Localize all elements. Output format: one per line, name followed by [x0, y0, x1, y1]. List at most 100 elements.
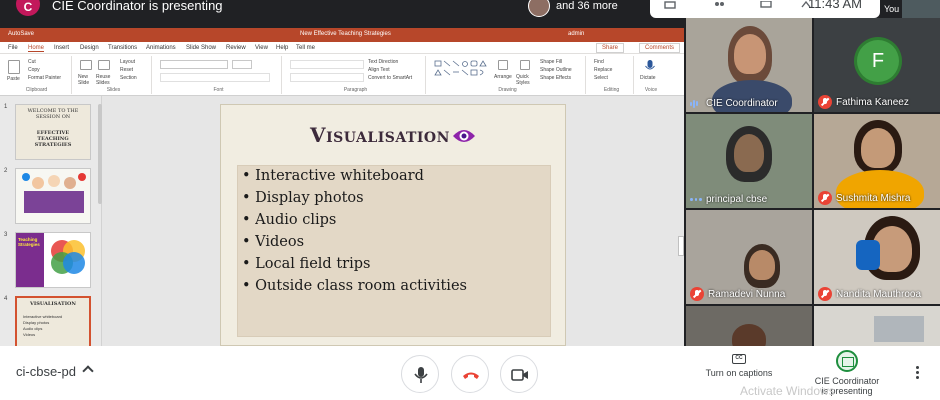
- current-slide[interactable]: Visualisation • Interactive whiteboard •…: [220, 104, 566, 346]
- participant-name-text: Nandita Mauthrooa: [836, 288, 922, 300]
- meet-window: C CIE Coordinator is presenting and 36 m…: [0, 0, 940, 400]
- tell-me-search[interactable]: Tell me: [296, 45, 315, 51]
- camera-button[interactable]: [500, 355, 538, 393]
- font-group: Font: [156, 56, 282, 94]
- bullet-list[interactable]: • Interactive whiteboard • Display photo…: [237, 165, 551, 337]
- comments-button[interactable]: Comments: [638, 43, 680, 53]
- participant-tile[interactable]: Nandita Mauthrooa: [814, 210, 940, 304]
- reset-button[interactable]: Reset: [120, 67, 133, 73]
- smartart-button[interactable]: Convert to SmartArt: [368, 75, 412, 81]
- participant-tile[interactable]: CIE Coordinator: [686, 18, 812, 112]
- participant-tile[interactable]: [686, 306, 812, 346]
- tab-slide-show[interactable]: Slide Show: [186, 45, 216, 51]
- copy-button[interactable]: Copy: [28, 67, 40, 73]
- shared-screen-powerpoint: AutoSave New Effective Teaching Strategi…: [0, 28, 684, 346]
- tab-view[interactable]: View: [255, 45, 268, 51]
- thumbnail-number: 3: [4, 232, 8, 238]
- slide-thumbnail-4[interactable]: VISUALISATION Interactive whiteboard Dis…: [15, 296, 91, 346]
- participant-tile[interactable]: F Fathima Kaneez: [814, 18, 940, 112]
- shapes-gallery-icon[interactable]: [434, 60, 492, 82]
- paste-button[interactable]: Paste: [7, 76, 20, 82]
- tab-design[interactable]: Design: [80, 45, 99, 51]
- bullet-text: Videos: [255, 234, 305, 250]
- thumbnail-title: Teaching Strategies: [18, 237, 40, 247]
- participant-name-text: Fathima Kaneez: [836, 96, 909, 108]
- people-icon[interactable]: [712, 0, 726, 12]
- find-button[interactable]: Find: [594, 59, 604, 65]
- participants-chip[interactable]: and 36 more: [528, 0, 618, 17]
- participant-tile[interactable]: Sushmita Mishra: [814, 114, 940, 208]
- shape-fill-button[interactable]: Shape Fill: [540, 59, 562, 65]
- shape-outline-button[interactable]: Shape Outline: [540, 67, 572, 73]
- list-buttons[interactable]: [290, 60, 364, 69]
- present-screen-icon: [836, 350, 858, 372]
- participant-avatar: F: [857, 40, 899, 82]
- arrange-icon[interactable]: [498, 60, 508, 70]
- bullet-item: • Local field trips: [242, 256, 371, 272]
- bullet-item: • Interactive whiteboard: [242, 168, 424, 184]
- slide-thumbnail-2[interactable]: [15, 168, 91, 224]
- paste-icon[interactable]: [8, 60, 20, 74]
- tab-help[interactable]: Help: [276, 45, 288, 51]
- self-view-thumbnail: [902, 0, 940, 18]
- tab-insert[interactable]: Insert: [54, 45, 69, 51]
- arrange-button[interactable]: Arrange: [494, 74, 512, 80]
- editing-group-label: Editing: [603, 87, 620, 93]
- slide-thumbnail-1[interactable]: WELCOME TO THE SESSION ON EFFECTIVE TEAC…: [15, 104, 91, 160]
- layout-button[interactable]: Layout: [120, 59, 135, 65]
- participant-name: Sushmita Mishra: [818, 191, 910, 205]
- new-slide-button[interactable]: New Slide: [78, 74, 98, 86]
- tab-animations[interactable]: Animations: [146, 45, 176, 51]
- font-size-dropdown[interactable]: [232, 60, 252, 69]
- participant-tile[interactable]: [814, 306, 940, 346]
- tab-home[interactable]: Home: [28, 45, 45, 52]
- drawing-group: Arrange Quick Styles Shape Fill Shape Ou…: [430, 56, 586, 94]
- slide-thumbnails-pane: 1 WELCOME TO THE SESSION ON EFFECTIVE TE…: [0, 96, 102, 346]
- new-slide-icon[interactable]: [80, 60, 92, 70]
- tab-file[interactable]: File: [8, 45, 18, 51]
- captions-button[interactable]: CC Turn on captions: [700, 354, 778, 378]
- microphone-button[interactable]: [401, 355, 439, 393]
- select-button[interactable]: Select: [594, 75, 608, 81]
- end-call-button[interactable]: [451, 355, 489, 393]
- quick-styles-icon[interactable]: [520, 60, 530, 70]
- canvas-scrollbar[interactable]: [678, 236, 684, 256]
- quick-styles-button[interactable]: Quick Styles: [516, 74, 536, 86]
- format-painter-button[interactable]: Format Painter: [28, 75, 61, 81]
- thumbnail-bullets: Interactive whiteboard Display photos Au…: [23, 314, 62, 338]
- reuse-slides-icon[interactable]: [98, 60, 110, 70]
- align-text-button[interactable]: Align Text: [368, 67, 390, 73]
- chevron-up-icon[interactable]: [82, 365, 94, 377]
- reuse-slides-button[interactable]: Reuse Slides: [96, 74, 116, 86]
- editing-group: Find Replace Select Editing: [590, 56, 634, 94]
- shape-effects-button[interactable]: Shape Effects: [540, 75, 571, 81]
- text-direction-button[interactable]: Text Direction: [368, 59, 398, 65]
- dictate-button[interactable]: Dictate: [640, 75, 656, 81]
- slide-thumbnail-3[interactable]: Teaching Strategies: [15, 232, 91, 288]
- microphone-icon: [414, 367, 428, 383]
- dictate-icon[interactable]: [644, 59, 656, 73]
- drawing-group-label: Drawing: [498, 87, 517, 93]
- participant-tile[interactable]: Ramadevi Nunna: [686, 210, 812, 304]
- share-button[interactable]: Share: [595, 43, 624, 53]
- replace-button[interactable]: Replace: [594, 67, 612, 73]
- tab-review[interactable]: Review: [226, 45, 246, 51]
- participant-name: Fathima Kaneez: [818, 95, 909, 109]
- section-button[interactable]: Section: [120, 75, 137, 81]
- font-name-dropdown[interactable]: [160, 60, 228, 69]
- bullet-text: Audio clips: [255, 212, 337, 228]
- chat-icon[interactable]: [760, 0, 772, 12]
- participant-tile[interactable]: principal cbse: [686, 114, 812, 208]
- bullet-item: • Display photos: [242, 190, 364, 206]
- bullet-text: Interactive whiteboard: [255, 168, 424, 184]
- font-format-buttons[interactable]: [160, 73, 270, 82]
- more-options-icon[interactable]: [916, 366, 920, 381]
- cut-button[interactable]: Cut: [28, 59, 36, 65]
- document-title: New Effective Teaching Strategies: [300, 31, 391, 37]
- self-view-label: You: [884, 4, 900, 14]
- alignment-buttons[interactable]: [290, 73, 364, 82]
- thumbnail-number: 4: [4, 296, 8, 302]
- mic-off-icon: [818, 191, 832, 205]
- layout-icon[interactable]: [664, 0, 676, 12]
- tab-transitions[interactable]: Transitions: [108, 45, 137, 51]
